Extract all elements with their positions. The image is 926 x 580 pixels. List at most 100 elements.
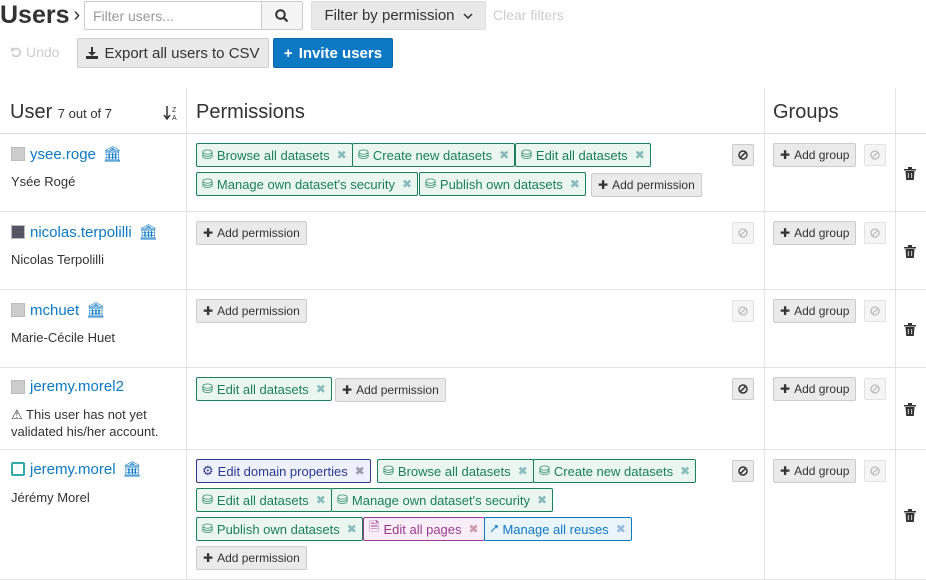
remove-icon[interactable]: ✖ (616, 522, 626, 536)
user-link[interactable]: ysee.roge 🏛︎ (11, 145, 122, 163)
revoke-all-permissions-button (732, 222, 754, 244)
remove-icon[interactable]: ✖ (518, 464, 528, 478)
warning-icon: ⚠ (11, 407, 23, 422)
svg-text:A: A (172, 115, 177, 121)
remove-icon[interactable]: ✖ (316, 382, 326, 396)
admin-icon: 🏛︎ (86, 302, 106, 319)
user-fullname: Nicolas Terpolilli (11, 252, 104, 267)
plus-icon: ✚ (203, 551, 214, 565)
permission-tag[interactable]: ⛁ Publish own datasets ✖ (419, 172, 586, 196)
permission-tag[interactable]: ⛁ Create new datasets ✖ (352, 143, 516, 167)
permission-tag[interactable]: ⛁ Edit all datasets ✖ (515, 143, 651, 167)
plus-icon: ✚ (203, 226, 214, 240)
permission-tag[interactable]: ⚙ Edit domain properties ✖ (196, 459, 371, 483)
invite-users-button[interactable]: + Invite users (273, 38, 393, 68)
permission-tag[interactable]: ⛁ Browse all datasets ✖ (377, 459, 534, 483)
remove-icon[interactable]: ✖ (337, 148, 347, 162)
revoke-all-permissions-button[interactable] (732, 460, 754, 482)
add-permission-button[interactable]: ✚ Add permission (591, 173, 702, 197)
add-permission-button[interactable]: ✚ Add permission (335, 378, 446, 402)
ban-icon (870, 466, 880, 476)
database-icon: ⛁ (202, 147, 213, 162)
remove-icon[interactable]: ✖ (355, 464, 365, 478)
remove-groups-button (864, 222, 886, 244)
add-permission-button[interactable]: ✚ Add permission (196, 299, 307, 323)
download-icon (86, 47, 99, 59)
ban-icon (738, 228, 748, 238)
add-group-button[interactable]: ✚ Add group (773, 143, 857, 167)
permission-tag[interactable]: ⛁ Edit all datasets ✖ (196, 377, 332, 401)
remove-icon[interactable]: ✖ (537, 493, 547, 507)
user-link[interactable]: mchuet 🏛︎ (11, 301, 105, 319)
undo-icon (11, 47, 21, 58)
clear-filters-button[interactable]: Clear filters (493, 7, 564, 23)
ban-icon (738, 384, 748, 394)
trash-icon[interactable] (904, 245, 916, 258)
file-icon: 🗎︎ (369, 519, 380, 534)
filter-by-permission-dropdown[interactable]: Filter by permission (311, 1, 486, 30)
permission-tag[interactable]: ⛁ Publish own datasets ✖ (196, 517, 363, 541)
add-group-button[interactable]: ✚ Add group (773, 377, 857, 401)
database-icon: ⛁ (425, 176, 436, 191)
admin-icon: 🏛︎ (102, 146, 122, 163)
avatar (11, 147, 25, 161)
database-icon: ⛁ (358, 147, 369, 162)
permission-tag[interactable]: ⛁ Edit all datasets ✖ (196, 488, 332, 512)
user-fullname: Ysée Rogé (11, 174, 76, 189)
unvalidated-warning: ⚠ This user has not yet validated his/he… (11, 407, 159, 439)
permission-tag[interactable]: ⛁ Create new datasets ✖ (533, 459, 697, 483)
ban-icon (738, 466, 748, 476)
user-link[interactable]: nicolas.terpolilli 🏛︎ (11, 223, 158, 241)
add-group-button[interactable]: ✚ Add group (773, 459, 857, 483)
revoke-all-permissions-button[interactable] (732, 378, 754, 400)
avatar (11, 462, 25, 476)
permission-tag[interactable]: ⛁ Browse all datasets ✖ (196, 143, 353, 167)
database-icon: ⛁ (539, 463, 550, 478)
revoke-all-permissions-button[interactable] (732, 144, 754, 166)
remove-icon[interactable]: ✖ (402, 177, 412, 191)
sort-alpha-icon[interactable]: ZA (163, 105, 179, 121)
chevron-down-icon (462, 12, 473, 19)
trash-icon[interactable] (904, 323, 916, 336)
remove-icon[interactable]: ✖ (680, 464, 690, 478)
admin-icon: 🏛︎ (138, 224, 158, 241)
trash-icon[interactable] (904, 403, 916, 416)
user-column-header: User 7 out of 7 (10, 101, 113, 123)
remove-groups-button (864, 460, 886, 482)
plus-icon: ✚ (780, 226, 791, 240)
permission-tag[interactable]: ⛁ Manage own dataset's security ✖ (196, 172, 419, 196)
export-csv-button[interactable]: Export all users to CSV (77, 38, 269, 68)
remove-icon[interactable]: ✖ (469, 522, 479, 536)
permission-tag[interactable]: 🗎︎ Edit all pages ✖ (363, 517, 485, 541)
add-group-button[interactable]: ✚ Add group (773, 299, 857, 323)
add-group-button[interactable]: ✚ Add group (773, 221, 857, 245)
plus-icon: ✚ (780, 304, 791, 318)
plus-icon: ✚ (780, 148, 791, 162)
admin-icon: 🏛︎ (122, 461, 142, 478)
permission-tag[interactable]: ⛁ Manage own dataset's security ✖ (331, 488, 554, 512)
remove-icon[interactable]: ✖ (316, 493, 326, 507)
cogs-icon: ⚙ (202, 463, 214, 478)
avatar (11, 225, 25, 239)
remove-icon[interactable]: ✖ (499, 148, 509, 162)
database-icon: ⛁ (202, 492, 213, 507)
user-link[interactable]: jeremy.morel 🏛︎ (11, 460, 142, 478)
remove-icon[interactable]: ✖ (347, 522, 357, 536)
trash-icon[interactable] (904, 509, 916, 522)
user-link[interactable]: jeremy.morel2 (11, 378, 124, 395)
undo-button[interactable]: Undo (10, 44, 59, 60)
ban-icon (870, 228, 880, 238)
search-button[interactable] (261, 1, 303, 30)
add-permission-button[interactable]: ✚ Add permission (196, 546, 307, 570)
remove-icon[interactable]: ✖ (635, 148, 645, 162)
database-icon: ⛁ (521, 147, 532, 162)
database-icon: ⛁ (202, 521, 213, 536)
permission-tag[interactable]: ⭧ Manage all reuses ✖ (484, 517, 632, 541)
add-permission-button[interactable]: ✚ Add permission (196, 221, 307, 245)
remove-icon[interactable]: ✖ (570, 177, 580, 191)
database-icon: ⛁ (202, 381, 213, 396)
search-input[interactable] (84, 1, 262, 30)
plus-icon: ✚ (780, 464, 791, 478)
trash-icon[interactable] (904, 167, 916, 180)
plus-icon: ✚ (780, 382, 791, 396)
